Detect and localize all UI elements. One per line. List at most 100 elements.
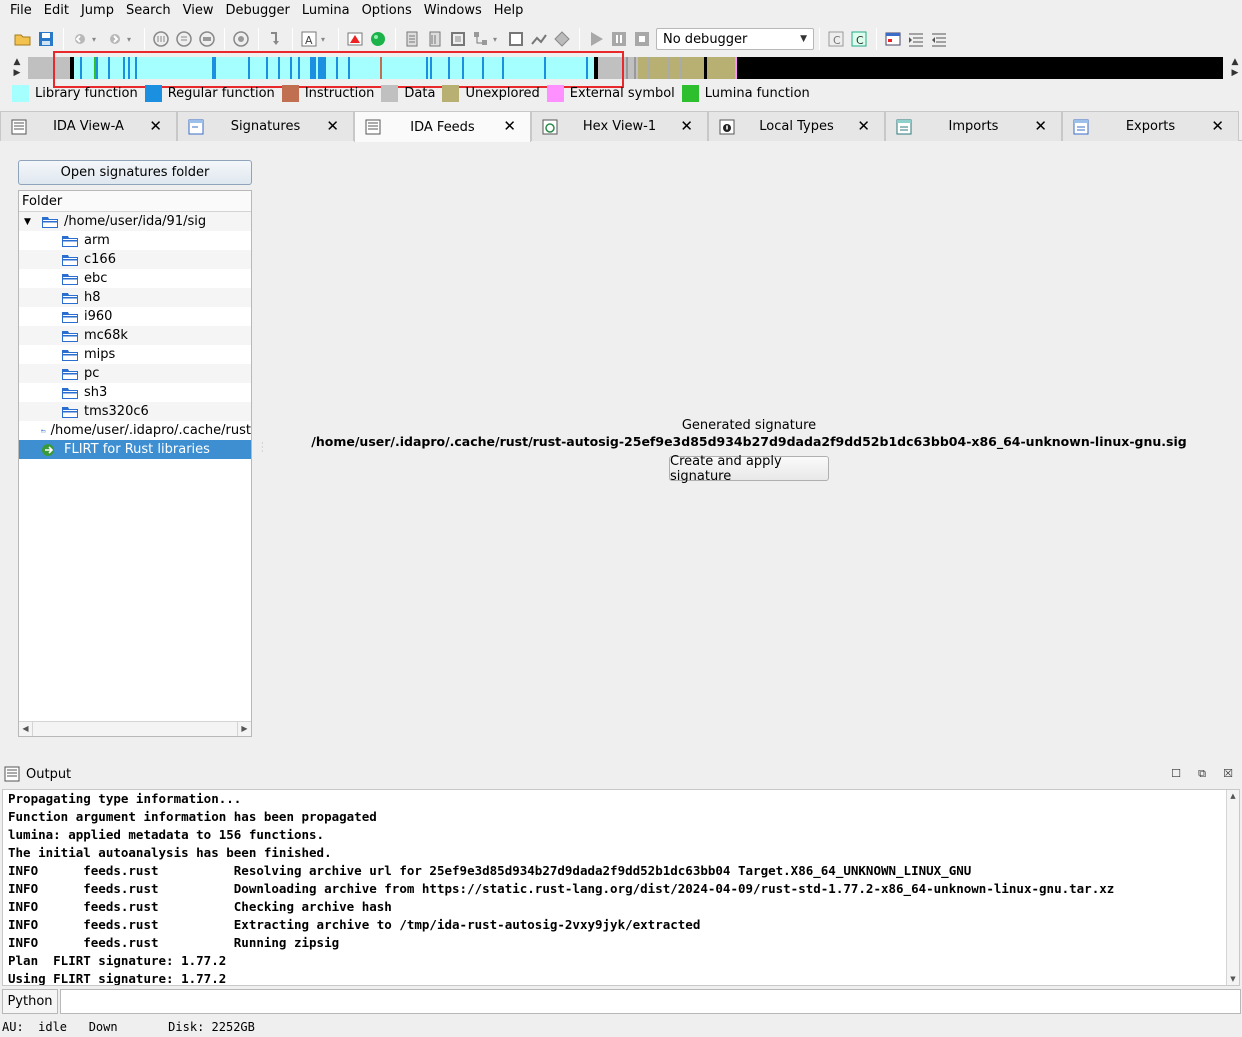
tree-folder-item[interactable]: h8 [19,288,251,307]
indent-icon[interactable] [905,28,927,50]
tree-folder-item[interactable]: sh3 [19,383,251,402]
save-icon[interactable] [35,28,57,50]
patch-icon[interactable] [528,28,550,50]
legend-item: Instruction [281,84,374,102]
outdent-icon[interactable] [928,28,950,50]
close-icon[interactable]: ☒ [1220,766,1236,782]
tab-hex-view-1[interactable]: Hex View-1 ✕ [531,111,708,141]
tree-folder-item[interactable]: tms320c6 [19,402,251,421]
legend-item: Data [381,84,435,102]
output-line: INFO feeds.rust Resolving archive url fo… [8,863,972,878]
list-icon-2[interactable] [424,28,446,50]
ida-window: File Edit Jump Search View Debugger Lumi… [0,0,1242,1037]
scroll-down-icon[interactable]: ▼ [1227,973,1239,985]
undefine-icon[interactable] [230,28,252,50]
tree-folder-item[interactable]: c166 [19,250,251,269]
window-icon[interactable] [882,28,904,50]
close-icon[interactable]: ✕ [149,117,162,135]
menu-help[interactable]: Help [488,0,530,22]
tree-folder-item[interactable]: arm [19,231,251,250]
tree-folder-item[interactable]: mips [19,345,251,364]
menu-edit[interactable]: Edit [38,0,75,22]
forward-dropdown-icon[interactable]: ▾ [127,35,135,44]
diamond-icon[interactable] [551,28,573,50]
string-icon[interactable]: A [298,28,320,50]
folder-tree-header[interactable]: Folder [19,191,251,212]
status-bar: AU: idle Down Disk: 2252GB [2,1020,255,1034]
start-debug-icon[interactable] [585,28,607,50]
debugger-select[interactable]: No debugger ▼ [656,28,814,50]
close-icon[interactable]: ✕ [326,117,339,135]
nav-scroll-right-icon[interactable]: ▲ ▶ [1228,57,1242,79]
menu-windows[interactable]: Windows [418,0,488,22]
output-line: Propagating type information... [8,791,242,806]
tab-ida-feeds[interactable]: IDA Feeds ✕ [354,111,531,142]
tab-signatures[interactable]: Signatures ✕ [177,111,354,141]
tree-folder-item[interactable]: ebc [19,269,251,288]
tree-item-label: h8 [84,290,101,305]
menu-view[interactable]: View [177,0,220,22]
create-and-apply-signature-button[interactable]: Create and apply signature [669,454,829,484]
scroll-up-icon[interactable]: ▲ [1227,790,1239,802]
menu-lumina[interactable]: Lumina [296,0,356,22]
c-green-icon[interactable]: C [848,28,870,50]
breakpoint-icon[interactable] [344,28,366,50]
tree-folder-item[interactable]: /home/user/.idapro/.cache/rust [19,421,251,440]
tab-imports[interactable]: Imports ✕ [885,111,1062,141]
close-icon[interactable]: ✕ [503,117,516,135]
c-icon[interactable]: C [825,28,847,50]
folder-tree[interactable]: Folder ▼ /home/user/ida/91/sig arm c166 ebc h… [18,190,252,737]
cli-input[interactable] [60,989,1241,1014]
forward-icon[interactable] [104,28,126,50]
close-icon[interactable]: ✕ [857,117,870,135]
open-folder-icon[interactable] [12,28,34,50]
menu-file[interactable]: File [4,0,38,22]
run-green-icon[interactable] [367,28,389,50]
open-signatures-folder-button[interactable]: Open signatures folder [18,160,252,185]
list-icon-1[interactable] [401,28,423,50]
close-icon[interactable]: ✕ [1211,117,1224,135]
close-icon[interactable]: ✕ [680,117,693,135]
tree-folder-item[interactable]: ▼ /home/user/ida/91/sig [19,212,251,231]
pause-icon[interactable] [608,28,630,50]
legend-label: Library function [35,85,138,101]
output-log[interactable]: Propagating type information... Function … [2,789,1240,986]
output-vertical-scrollbar[interactable]: ▲ ▼ [1226,790,1239,985]
nav-segment [740,57,1223,79]
tree-item-label: mc68k [84,328,128,343]
tree-horizontal-scrollbar[interactable]: ◀ ▶ [19,721,251,736]
data-icon[interactable] [196,28,218,50]
tab-ida-view-a[interactable]: IDA View-A ✕ [0,111,177,141]
jump-icon[interactable] [264,28,286,50]
menu-jump[interactable]: Jump [75,0,120,22]
string-dropdown-icon[interactable]: ▾ [321,35,329,44]
output-line: INFO feeds.rust Checking archive hash [8,899,392,914]
graph-icon[interactable] [470,28,492,50]
hex-icon[interactable] [150,28,172,50]
graph-dropdown-icon[interactable]: ▾ [493,35,501,44]
tree-folder-item[interactable]: pc [19,364,251,383]
nav-scroll-left-icon[interactable]: ▲ ▶ [10,57,24,79]
frame-icon[interactable] [505,28,527,50]
cli-language-button[interactable]: Python [2,989,58,1014]
back-icon[interactable] [69,28,91,50]
maximize-icon[interactable]: ☐ [1168,766,1184,782]
expand-arrow-icon[interactable]: ▼ [24,217,31,227]
stop-icon[interactable] [631,28,653,50]
tree-action-item[interactable]: FLIRT for Rust libraries [19,440,251,459]
menu-search[interactable]: Search [120,0,177,22]
restore-icon[interactable]: ⧉ [1194,766,1210,782]
scroll-left-icon[interactable]: ◀ [19,722,33,736]
back-dropdown-icon[interactable]: ▾ [92,35,100,44]
tab-exports[interactable]: Exports ✕ [1062,111,1239,141]
menu-debugger[interactable]: Debugger [219,0,295,22]
scroll-right-icon[interactable]: ▶ [237,722,251,736]
tab-local-types[interactable]: Local Types ✕ [708,111,885,141]
segment-icon[interactable] [447,28,469,50]
menu-options[interactable]: Options [356,0,418,22]
close-icon[interactable]: ✕ [1034,117,1047,135]
tree-folder-item[interactable]: i960 [19,307,251,326]
tree-folder-item[interactable]: mc68k [19,326,251,345]
code-icon[interactable] [173,28,195,50]
output-icon [4,766,20,782]
